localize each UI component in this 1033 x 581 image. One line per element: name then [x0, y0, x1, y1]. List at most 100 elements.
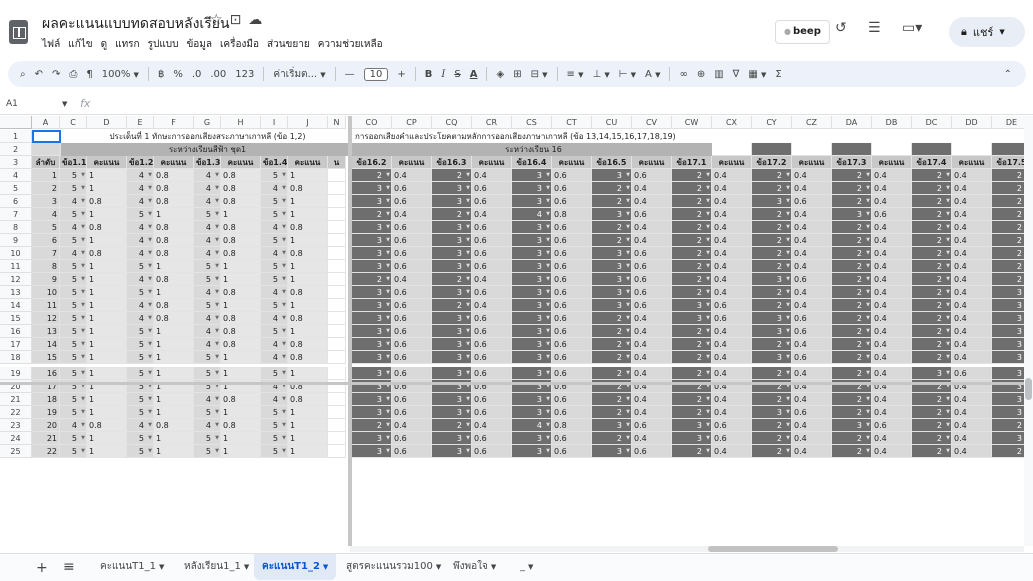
score-cell[interactable]: 0.6 [712, 299, 752, 312]
score-cell[interactable]: 0.4 [952, 273, 992, 286]
answer-dropdown-cell[interactable]: 2 [672, 393, 712, 406]
score-cell[interactable]: 0.4 [712, 182, 752, 195]
score-cell[interactable]: 1 [87, 182, 127, 195]
cell[interactable] [328, 247, 346, 260]
score-cell[interactable]: 0.6 [712, 312, 752, 325]
all-sheets-icon[interactable]: ≡ [63, 559, 75, 575]
score-cell[interactable]: 0.4 [952, 351, 992, 364]
answer-dropdown-cell[interactable]: 2 [832, 325, 872, 338]
answer-dropdown-cell[interactable]: 5 [60, 406, 87, 419]
score-cell[interactable]: 0.4 [392, 419, 432, 432]
sheet-tab[interactable]: คะแนนT1_1 ▼ [92, 554, 172, 580]
spreadsheet-grid[interactable]: A C D E F G H I J N CO CP CQ CR CS CT CU CV CW CX CY CZ DA DB DC… [0, 116, 1033, 546]
row-header[interactable]: 11 [0, 260, 32, 273]
answer-dropdown-cell[interactable]: 2 [672, 221, 712, 234]
answer-dropdown-cell[interactable]: 3 [432, 234, 472, 247]
order-cell[interactable]: 10 [32, 286, 60, 299]
order-cell[interactable]: 8 [32, 260, 60, 273]
answer-dropdown-cell[interactable]: 4 [261, 247, 288, 260]
menu-extensions[interactable]: ส่วนขยาย [267, 37, 310, 52]
column-header[interactable]: CZ [792, 116, 832, 129]
score-cell[interactable]: 1 [87, 406, 127, 419]
order-cell[interactable]: 21 [32, 432, 60, 445]
answer-dropdown-cell[interactable]: 2 [912, 208, 952, 221]
menu-tools[interactable]: เครื่องมือ [220, 37, 259, 52]
score-cell[interactable]: 0.4 [472, 419, 512, 432]
answer-dropdown-cell[interactable]: 3 [352, 221, 392, 234]
add-sheet-icon[interactable]: + [36, 560, 48, 576]
answer-dropdown-cell[interactable]: 2 [912, 299, 952, 312]
score-cell[interactable]: 0.4 [632, 406, 672, 419]
answer-dropdown-cell[interactable]: 3 [352, 182, 392, 195]
answer-dropdown-cell[interactable]: 5 [261, 169, 288, 182]
score-cell[interactable]: 0.4 [792, 221, 832, 234]
score-cell[interactable]: 0.6 [392, 432, 432, 445]
column-header[interactable]: CX [712, 116, 752, 129]
column-header[interactable]: C [60, 116, 87, 129]
order-cell[interactable]: 14 [32, 338, 60, 351]
answer-dropdown-cell[interactable]: 3 [432, 393, 472, 406]
score-cell[interactable]: 0.6 [392, 299, 432, 312]
answer-dropdown-cell[interactable]: 2 [752, 338, 792, 351]
cell[interactable] [328, 182, 346, 195]
score-cell[interactable]: 0.4 [952, 247, 992, 260]
score-cell[interactable]: 0.8 [288, 312, 328, 325]
answer-dropdown-cell[interactable]: 5 [194, 351, 221, 364]
cell[interactable] [912, 143, 952, 156]
answer-dropdown-cell[interactable]: 3 [592, 260, 632, 273]
score-cell[interactable]: 0.4 [952, 432, 992, 445]
header-cell[interactable]: ข้อ16.5 [592, 156, 632, 169]
score-cell[interactable]: 0.8 [221, 247, 261, 260]
score-cell[interactable]: 0.6 [632, 273, 672, 286]
answer-dropdown-cell[interactable]: 3 [512, 406, 552, 419]
menu-file[interactable]: ไฟล์ [42, 37, 60, 52]
answer-dropdown-cell[interactable]: 3 [432, 195, 472, 208]
score-cell[interactable]: 0.4 [712, 445, 752, 458]
score-cell[interactable]: 1 [221, 367, 261, 380]
answer-dropdown-cell[interactable]: 5 [261, 432, 288, 445]
column-header[interactable]: CY [752, 116, 792, 129]
answer-dropdown-cell[interactable]: 2 [832, 367, 872, 380]
score-cell[interactable]: 0.6 [552, 234, 592, 247]
answer-dropdown-cell[interactable]: 5 [261, 367, 288, 380]
score-cell[interactable]: 0.4 [632, 234, 672, 247]
answer-dropdown-cell[interactable]: 2 [352, 273, 392, 286]
header-cell[interactable]: ข้อ17.1 [672, 156, 712, 169]
score-cell[interactable]: 1 [154, 432, 194, 445]
header-cell[interactable]: คะแนน [632, 156, 672, 169]
score-cell[interactable]: 0.6 [552, 393, 592, 406]
answer-dropdown-cell[interactable]: 4 [261, 338, 288, 351]
answer-dropdown-cell[interactable]: 2 [832, 432, 872, 445]
header-cell[interactable]: คะแนน [288, 156, 328, 169]
increase-decimal-button[interactable]: .00 [210, 69, 226, 80]
score-cell[interactable]: 0.6 [552, 221, 592, 234]
score-cell[interactable]: 0.4 [952, 169, 992, 182]
score-cell[interactable]: 1 [288, 432, 328, 445]
answer-dropdown-cell[interactable]: 5 [60, 234, 87, 247]
score-cell[interactable]: 1 [154, 208, 194, 221]
answer-dropdown-cell[interactable]: 5 [194, 299, 221, 312]
score-cell[interactable]: 1 [288, 445, 328, 458]
score-cell[interactable]: 0.6 [552, 195, 592, 208]
answer-dropdown-cell[interactable]: 5 [127, 260, 154, 273]
score-cell[interactable]: 0.4 [952, 182, 992, 195]
score-cell[interactable]: 1 [154, 338, 194, 351]
score-cell[interactable]: 0.4 [872, 325, 912, 338]
answer-dropdown-cell[interactable]: 3 [512, 338, 552, 351]
row-header[interactable]: 24 [0, 432, 32, 445]
score-cell[interactable]: 0.6 [552, 273, 592, 286]
score-cell[interactable]: 0.8 [154, 195, 194, 208]
score-cell[interactable]: 0.4 [712, 221, 752, 234]
column-header[interactable]: CO [352, 116, 392, 129]
score-cell[interactable]: 0.8 [221, 169, 261, 182]
menu-data[interactable]: ข้อมูล [186, 37, 212, 52]
header-cell[interactable]: คะแนน [792, 156, 832, 169]
score-cell[interactable]: 0.8 [288, 393, 328, 406]
score-cell[interactable]: 0.8 [221, 221, 261, 234]
answer-dropdown-cell[interactable]: 3 [512, 195, 552, 208]
answer-dropdown-cell[interactable]: 4 [60, 419, 87, 432]
answer-dropdown-cell[interactable]: 5 [261, 260, 288, 273]
order-cell[interactable]: 12 [32, 312, 60, 325]
answer-dropdown-cell[interactable]: 2 [832, 169, 872, 182]
score-cell[interactable]: 1 [87, 325, 127, 338]
